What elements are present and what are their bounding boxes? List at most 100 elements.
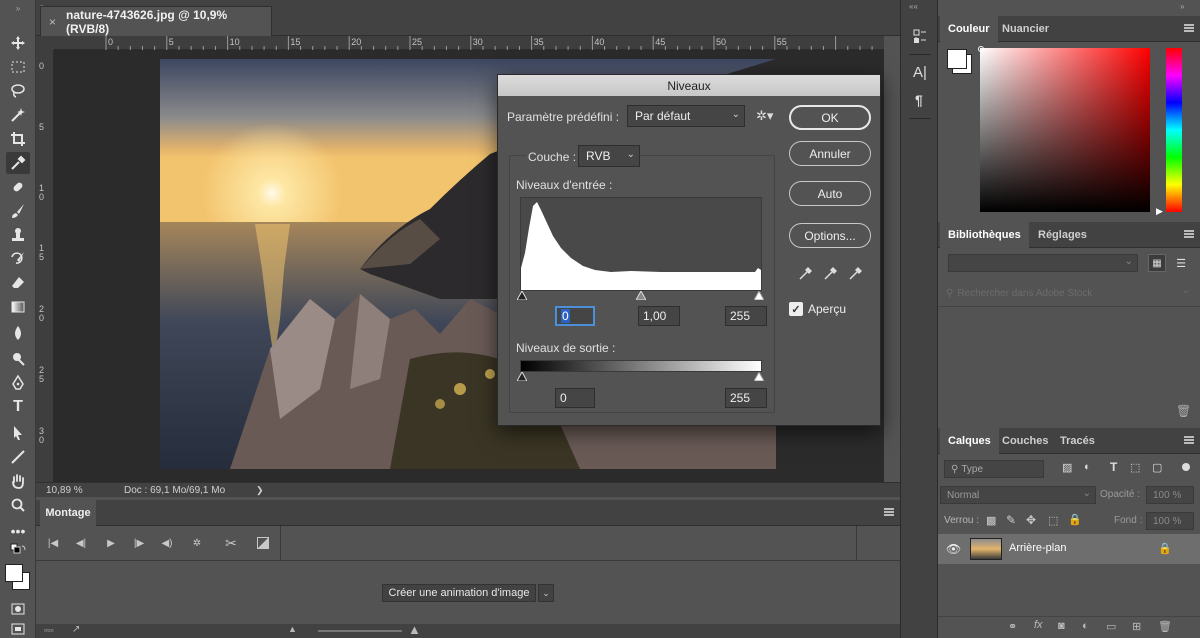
- input-white-slider-handle[interactable]: [753, 289, 765, 303]
- tab-montage[interactable]: Montage: [40, 500, 96, 526]
- collapse-icon[interactable]: ««: [909, 2, 918, 11]
- clone-stamp-tool-icon[interactable]: [6, 224, 30, 246]
- eyedropper-tool-icon[interactable]: [6, 152, 30, 174]
- transition-icon[interactable]: [254, 534, 272, 552]
- split-scissors-icon[interactable]: ✂: [222, 534, 240, 552]
- opacity-field[interactable]: 100 %: [1146, 486, 1194, 504]
- type-tool-icon[interactable]: T: [6, 396, 30, 418]
- input-black-slider-handle[interactable]: [516, 289, 528, 303]
- timeline-menu-icon[interactable]: [884, 508, 894, 516]
- preset-select[interactable]: Par défaut ⌄: [627, 105, 745, 127]
- hue-slider[interactable]: [1166, 48, 1182, 212]
- channel-select[interactable]: RVB ⌄: [578, 145, 640, 167]
- zoom-out-mountain-icon[interactable]: ▲: [288, 624, 297, 634]
- grid-view-icon[interactable]: ▦: [1148, 254, 1166, 272]
- input-midtone-slider-handle[interactable]: [635, 289, 647, 303]
- options-button[interactable]: Options...: [789, 223, 871, 248]
- paragraph-panel-icon[interactable]: ¶: [915, 92, 923, 108]
- status-menu-chevron-icon[interactable]: ❯: [256, 485, 264, 496]
- lasso-tool-icon[interactable]: [6, 80, 30, 102]
- new-adjustment-layer-icon[interactable]: ◐: [1082, 620, 1089, 632]
- fill-field[interactable]: 100 %: [1146, 512, 1194, 530]
- more-tools-icon[interactable]: •••: [6, 520, 30, 542]
- filter-toggle-icon[interactable]: [1182, 463, 1190, 471]
- layers-panel-menu-icon[interactable]: [1184, 436, 1194, 444]
- healing-brush-tool-icon[interactable]: [6, 176, 30, 198]
- add-mask-icon[interactable]: ◙: [1058, 620, 1065, 632]
- next-frame-icon[interactable]: |▶: [130, 534, 148, 552]
- hand-tool-icon[interactable]: [6, 470, 30, 492]
- frame-animation-mode-icon[interactable]: ▫▫▫: [44, 625, 54, 635]
- convert-icon[interactable]: ↗: [72, 624, 80, 635]
- marquee-tool-icon[interactable]: [6, 56, 30, 78]
- preview-checkbox[interactable]: ✓: [789, 302, 803, 316]
- collapse-icon[interactable]: »: [1180, 2, 1184, 11]
- layer-row[interactable]: 👁 Arrière-plan 🔒: [938, 534, 1200, 564]
- lock-paint-icon[interactable]: ✎: [1006, 513, 1016, 527]
- filter-smart-object-icon[interactable]: ▢: [1152, 461, 1162, 474]
- preset-options-gear-icon[interactable]: ✲▾: [756, 108, 773, 124]
- output-black-slider-handle[interactable]: [516, 370, 528, 384]
- filter-adjustment-icon[interactable]: ◐: [1084, 461, 1091, 473]
- dodge-tool-icon[interactable]: [6, 348, 30, 370]
- foreground-color-swatch[interactable]: [947, 49, 967, 69]
- color-panel-menu-icon[interactable]: [1184, 24, 1194, 32]
- tab-traces[interactable]: Tracés: [1052, 428, 1103, 454]
- library-select[interactable]: ⌄: [948, 254, 1138, 272]
- new-group-icon[interactable]: ▭: [1106, 620, 1116, 633]
- magic-wand-tool-icon[interactable]: [6, 104, 30, 126]
- collapse-icon[interactable]: »: [6, 2, 30, 14]
- zoom-tool-icon[interactable]: [6, 494, 30, 516]
- lock-move-icon[interactable]: ✥: [1026, 513, 1036, 527]
- tab-calques[interactable]: Calques: [940, 428, 999, 454]
- link-layers-icon[interactable]: ⚭: [1008, 620, 1017, 633]
- input-gamma-field[interactable]: 1,00: [638, 306, 680, 326]
- trash-icon[interactable]: 🗑: [1176, 404, 1191, 418]
- output-white-field[interactable]: 255: [725, 388, 767, 408]
- filter-pixel-icon[interactable]: ▨: [1062, 461, 1072, 474]
- auto-button[interactable]: Auto: [789, 181, 871, 206]
- lock-artboard-icon[interactable]: ⬚: [1048, 514, 1058, 527]
- blur-tool-icon[interactable]: [6, 322, 30, 344]
- hue-slider-handle[interactable]: ▶: [1156, 206, 1163, 217]
- list-view-icon[interactable]: ☰: [1172, 254, 1190, 272]
- audio-icon[interactable]: ◀): [158, 534, 176, 552]
- play-icon[interactable]: ▶: [102, 534, 120, 552]
- color-swatches[interactable]: [4, 562, 32, 590]
- character-panel-icon[interactable]: A|: [913, 64, 927, 81]
- gradient-tool-icon[interactable]: [6, 296, 30, 318]
- brush-tool-icon[interactable]: [6, 200, 30, 222]
- close-icon[interactable]: ×: [49, 15, 56, 29]
- history-panel-icon[interactable]: [913, 28, 927, 46]
- layer-filter-select[interactable]: ⚲ Type: [944, 460, 1044, 478]
- tab-couleur[interactable]: Couleur: [940, 16, 998, 42]
- screen-mode-icon[interactable]: [6, 618, 30, 638]
- output-black-field[interactable]: 0: [555, 388, 595, 408]
- timeline-zoom-slider[interactable]: [318, 630, 402, 632]
- move-tool-icon[interactable]: [6, 32, 30, 54]
- trash-icon[interactable]: 🗑: [1158, 620, 1172, 633]
- lock-all-icon[interactable]: 🔒: [1068, 513, 1082, 526]
- output-white-slider-handle[interactable]: [753, 370, 765, 384]
- line-tool-icon[interactable]: [6, 446, 30, 468]
- filter-type-icon[interactable]: T: [1110, 460, 1117, 474]
- create-animation-dropdown-icon[interactable]: ⌄: [538, 584, 554, 602]
- layer-style-fx-icon[interactable]: fx: [1034, 619, 1043, 631]
- lock-transparent-icon[interactable]: ▩: [986, 514, 996, 527]
- tab-nuancier[interactable]: Nuancier: [994, 16, 1057, 42]
- color-field[interactable]: [980, 48, 1150, 212]
- create-frame-animation-button[interactable]: Créer une animation d'image: [382, 584, 536, 602]
- first-frame-icon[interactable]: |◀: [44, 534, 62, 552]
- color-picker-marker[interactable]: [978, 46, 984, 52]
- layer-name[interactable]: Arrière-plan: [1009, 542, 1066, 554]
- tab-bibliotheques[interactable]: Bibliothèques: [940, 222, 1029, 248]
- history-brush-tool-icon[interactable]: [6, 248, 30, 270]
- previous-frame-icon[interactable]: ◀|: [72, 534, 90, 552]
- tab-couches[interactable]: Couches: [994, 428, 1056, 454]
- zoom-in-mountain-icon[interactable]: ▲: [408, 622, 421, 637]
- visibility-eye-icon[interactable]: 👁: [946, 542, 961, 556]
- new-layer-icon[interactable]: ⊞: [1132, 620, 1141, 633]
- cancel-button[interactable]: Annuler: [789, 141, 871, 166]
- gray-point-eyedropper-icon[interactable]: [823, 265, 839, 284]
- document-tab[interactable]: × nature-4743626.jpg @ 10,9% (RVB/8): [40, 6, 272, 36]
